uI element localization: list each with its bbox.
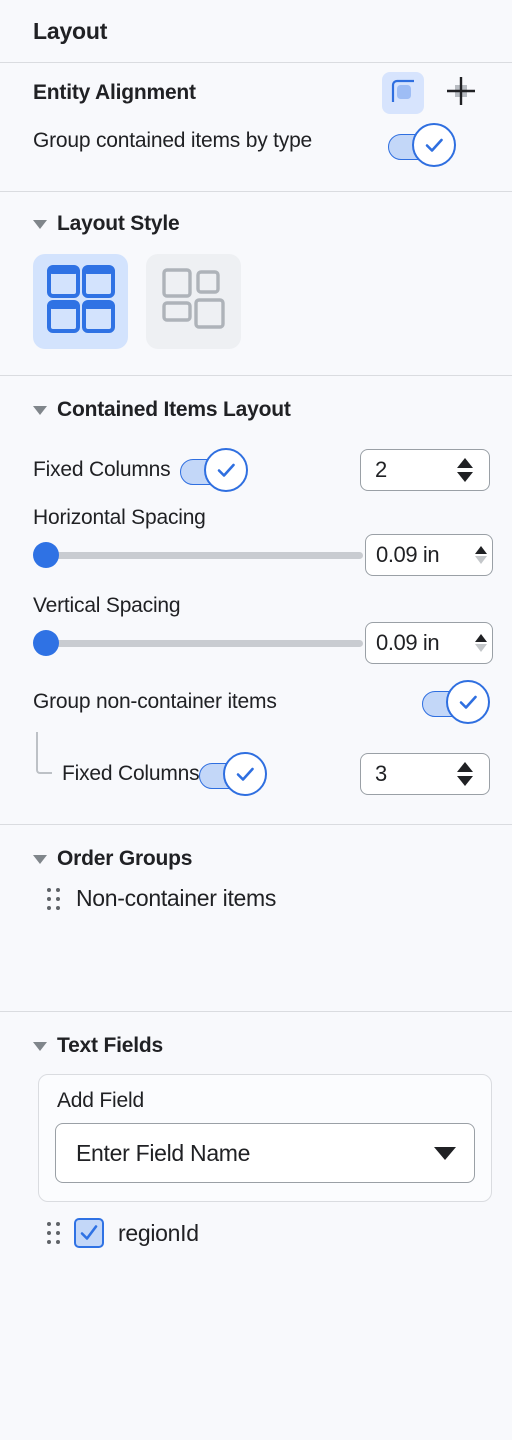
field-label: regionId — [118, 1219, 199, 1246]
fixed-columns-toggle[interactable] — [180, 448, 249, 492]
add-field-label: Add Field — [57, 1089, 144, 1112]
layout-style-section: Layout Style — [0, 192, 512, 375]
entity-alignment-label: Entity Alignment — [33, 81, 196, 104]
check-icon — [218, 463, 236, 477]
order-groups-header[interactable]: Order Groups — [0, 847, 512, 871]
page-title: Layout — [33, 17, 108, 44]
contained-items-header[interactable]: Contained Items Layout — [0, 398, 512, 422]
container-align-icon — [388, 76, 418, 111]
grid-layout-icon — [45, 263, 117, 340]
check-icon — [237, 767, 255, 781]
nested-fixed-columns-row: Fixed Columns 3 — [0, 746, 512, 802]
horizontal-spacing-slider[interactable] — [33, 542, 363, 568]
entity-alignment-options — [382, 72, 482, 114]
order-groups-section: Order Groups Non-container items — [0, 825, 512, 1011]
crosshair-align-icon — [445, 75, 477, 112]
chevron-down-icon[interactable] — [33, 1041, 47, 1051]
panel-header: Layout — [0, 0, 512, 62]
nested-fixed-columns-wrapper: Fixed Columns 3 — [0, 732, 512, 802]
chevron-down-icon[interactable] — [33, 219, 47, 229]
chevron-down-icon[interactable] — [33, 405, 47, 415]
slider-thumb[interactable] — [33, 542, 59, 568]
horizontal-spacing-block: Horizontal Spacing 0.09 in — [0, 506, 512, 576]
arrow-up-icon[interactable] — [457, 762, 473, 772]
toggle-knob — [204, 448, 249, 492]
vertical-spacing-control: 0.09 in — [33, 622, 512, 664]
layout-style-header[interactable]: Layout Style — [0, 212, 512, 236]
field-name-select[interactable]: Enter Field Name — [55, 1123, 475, 1183]
check-icon — [425, 138, 443, 152]
add-field-box: Add Field Enter Field Name — [38, 1074, 492, 1202]
entity-alignment-section: Entity Alignment Group contained items b… — [0, 63, 512, 191]
stepper-arrows — [475, 546, 492, 564]
field-checkbox[interactable] — [74, 1218, 104, 1248]
chevron-down-icon[interactable] — [434, 1146, 456, 1160]
arrow-down-icon[interactable] — [475, 556, 487, 564]
align-option-container[interactable] — [382, 72, 424, 114]
horizontal-spacing-value: 0.09 in — [376, 542, 440, 567]
slider-thumb[interactable] — [33, 630, 59, 656]
contained-items-title: Contained Items Layout — [57, 398, 291, 421]
vertical-spacing-stepper[interactable]: 0.09 in — [365, 622, 493, 664]
toggle-knob — [446, 680, 490, 724]
stepper-arrows — [475, 634, 492, 652]
arrow-down-icon[interactable] — [457, 472, 473, 482]
check-icon — [80, 1225, 98, 1240]
slider-track — [43, 639, 363, 647]
stepper-arrows — [457, 458, 489, 482]
nested-fixed-columns-stepper[interactable]: 3 — [360, 753, 490, 795]
entity-alignment-row: Entity Alignment — [0, 63, 512, 123]
field-name-select-value: Enter Field Name — [76, 1139, 251, 1166]
slider-track — [43, 551, 363, 559]
contained-items-section: Contained Items Layout Fixed Columns 2 H… — [0, 376, 512, 802]
nested-fixed-columns-label: Fixed Columns — [62, 762, 200, 785]
fixed-columns-stepper[interactable]: 2 — [360, 449, 490, 491]
nested-fixed-columns-value: 3 — [375, 761, 387, 786]
drag-handle-icon[interactable] — [47, 887, 60, 910]
layout-style-option-free[interactable] — [146, 254, 241, 349]
layout-style-title: Layout Style — [57, 212, 180, 235]
list-item[interactable]: Non-container items — [0, 871, 512, 912]
free-layout-icon — [161, 266, 227, 337]
group-non-container-label: Group non-container items — [33, 690, 277, 713]
arrow-down-icon[interactable] — [475, 644, 487, 652]
order-group-label: Non-container items — [76, 885, 277, 911]
vertical-spacing-value: 0.09 in — [376, 630, 440, 655]
arrow-up-icon[interactable] — [457, 458, 473, 468]
layout-properties-panel: Layout Entity Alignment Group contained … — [0, 0, 512, 1440]
list-item[interactable]: regionId — [0, 1202, 512, 1248]
vertical-spacing-label: Vertical Spacing — [33, 594, 181, 617]
layout-style-option-grid[interactable] — [33, 254, 128, 349]
check-icon — [459, 695, 477, 709]
fixed-columns-value: 2 — [375, 457, 387, 482]
align-option-crosshair[interactable] — [440, 72, 482, 114]
layout-style-options — [0, 236, 512, 375]
fixed-columns-label: Fixed Columns — [33, 458, 171, 481]
fixed-columns-row: Fixed Columns 2 — [0, 442, 512, 498]
vertical-spacing-block: Vertical Spacing 0.09 in — [0, 594, 512, 664]
text-fields-title: Text Fields — [57, 1034, 163, 1057]
stepper-arrows — [457, 762, 489, 786]
group-contained-items-row: Group contained items by type — [0, 123, 512, 191]
text-fields-section: Text Fields Add Field Enter Field Name r… — [0, 1012, 512, 1248]
vertical-spacing-slider[interactable] — [33, 630, 363, 656]
group-contained-items-label: Group contained items by type — [33, 129, 313, 152]
toggle-knob — [223, 752, 268, 796]
horizontal-spacing-control: 0.09 in — [33, 534, 512, 576]
tree-connector-icon — [36, 732, 52, 774]
chevron-down-icon[interactable] — [33, 854, 47, 864]
arrow-down-icon[interactable] — [457, 776, 473, 786]
order-groups-title: Order Groups — [57, 847, 193, 870]
nested-fixed-columns-toggle[interactable] — [199, 752, 268, 796]
horizontal-spacing-label: Horizontal Spacing — [33, 506, 206, 529]
text-fields-header[interactable]: Text Fields — [0, 1034, 512, 1058]
arrow-up-icon[interactable] — [475, 634, 487, 642]
arrow-up-icon[interactable] — [475, 546, 487, 554]
drag-handle-icon[interactable] — [47, 1222, 60, 1244]
toggle-knob — [412, 123, 456, 167]
group-contained-items-toggle[interactable] — [388, 123, 456, 167]
group-non-container-toggle[interactable] — [422, 680, 490, 724]
horizontal-spacing-stepper[interactable]: 0.09 in — [365, 534, 493, 576]
group-non-container-row: Group non-container items — [0, 674, 512, 730]
